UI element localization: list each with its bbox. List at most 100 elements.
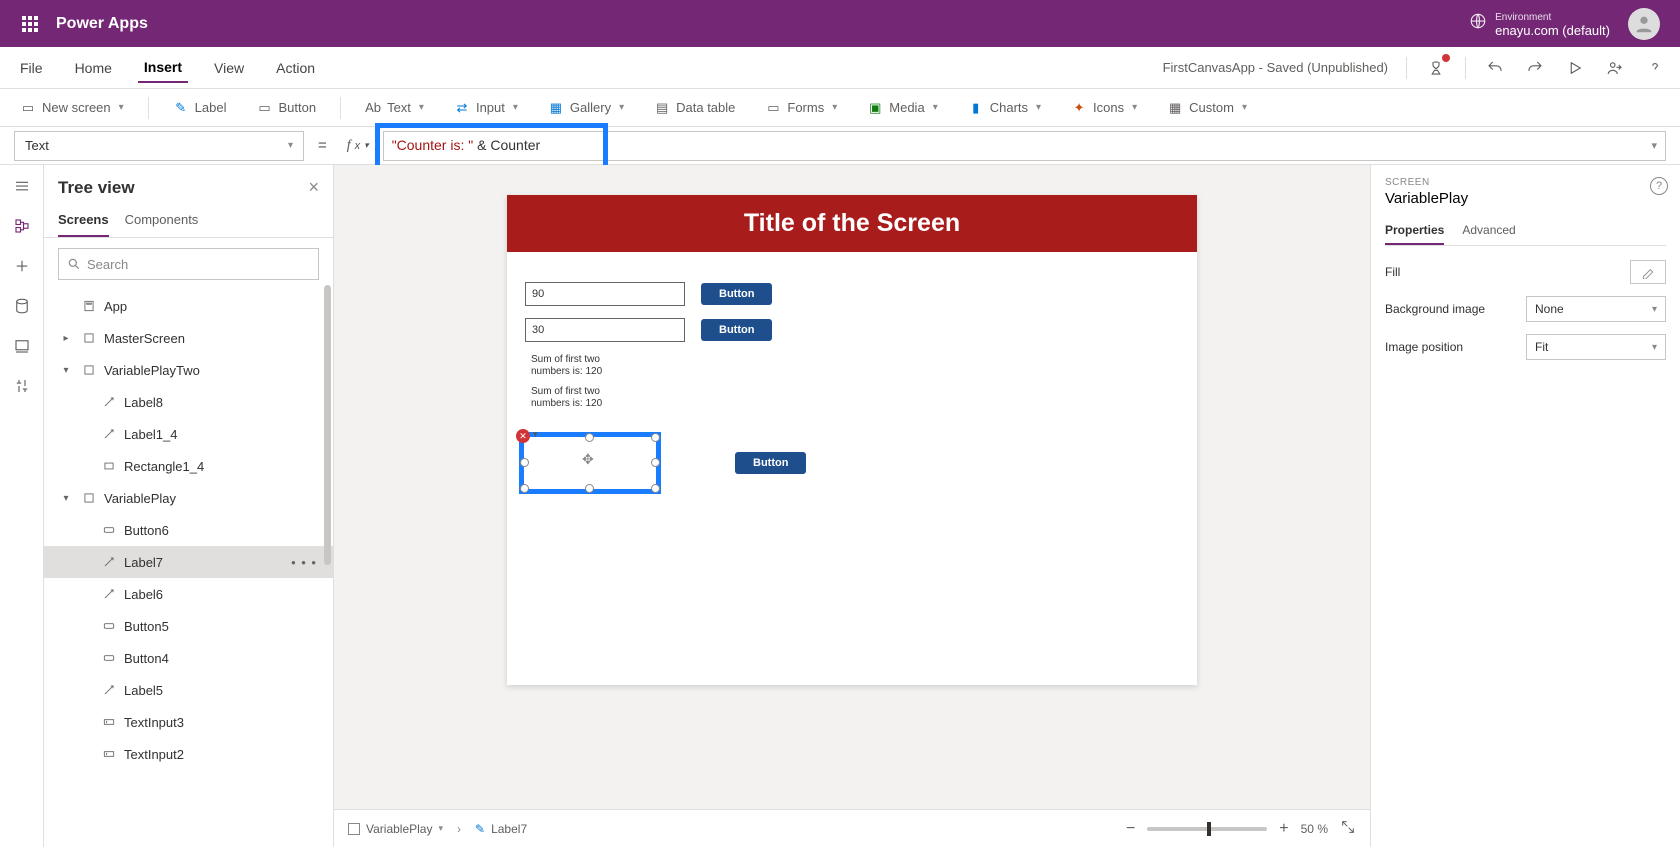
tree-button-icon xyxy=(100,521,118,539)
tree-node-masterscreen[interactable]: ▸MasterScreen xyxy=(44,322,333,354)
fullscreen-icon[interactable] xyxy=(1340,819,1356,838)
prop-tab-properties[interactable]: Properties xyxy=(1385,217,1444,245)
tree-node-label8[interactable]: Label8 xyxy=(44,386,333,418)
breadcrumb-control[interactable]: ✎ Label7 xyxy=(475,822,527,836)
resize-handle[interactable] xyxy=(651,433,660,442)
app-header: Power Apps Environment enayu.com (defaul… xyxy=(0,0,1680,47)
zoom-in-icon[interactable]: + xyxy=(1279,820,1288,838)
tree-node-label1_4[interactable]: Label1_4 xyxy=(44,418,333,450)
app-title: Power Apps xyxy=(56,15,148,33)
resize-handle[interactable] xyxy=(520,458,529,467)
tree-node-button4[interactable]: Button4 xyxy=(44,642,333,674)
error-chevron-icon[interactable]: ▾ xyxy=(533,429,538,440)
share-icon[interactable] xyxy=(1604,57,1626,79)
rail-data-icon[interactable] xyxy=(11,295,33,317)
rail-tree-icon[interactable] xyxy=(11,215,33,237)
menu-home[interactable]: Home xyxy=(69,54,118,82)
tree-node-label: Label8 xyxy=(124,395,163,410)
fx-icon[interactable]: fx▾ xyxy=(341,138,375,154)
tree-node-app[interactable]: App xyxy=(44,290,333,322)
resize-handle[interactable] xyxy=(651,484,660,493)
resize-handle[interactable] xyxy=(585,484,594,493)
selected-label-control[interactable]: ✕ ▾ ✥ xyxy=(525,438,655,488)
tree-list: App▸MasterScreen▾VariablePlayTwo Label8 La… xyxy=(44,290,333,847)
prop-bgimage-select[interactable]: None▾ xyxy=(1526,296,1666,322)
tree-node-label5[interactable]: Label5 xyxy=(44,674,333,706)
undo-icon[interactable] xyxy=(1484,57,1506,79)
rail-hamburger-icon[interactable] xyxy=(11,175,33,197)
text-input-2[interactable]: 30 xyxy=(525,318,685,342)
ribbon-label[interactable]: ✎Label xyxy=(167,96,233,120)
app-checker-icon[interactable] xyxy=(1425,57,1447,79)
tree-node-label: Label5 xyxy=(124,683,163,698)
ribbon-data-table[interactable]: ▤Data table xyxy=(648,96,741,120)
menu-view[interactable]: View xyxy=(208,54,250,82)
resize-handle[interactable] xyxy=(651,458,660,467)
ribbon-custom[interactable]: ▦Custom▾ xyxy=(1161,96,1253,120)
rail-advanced-icon[interactable] xyxy=(11,375,33,397)
rail-media-icon[interactable] xyxy=(11,335,33,357)
breadcrumb-screen[interactable]: VariablePlay ▾ xyxy=(348,822,443,836)
user-avatar[interactable] xyxy=(1628,8,1660,40)
tree-scrollbar[interactable] xyxy=(324,285,331,565)
prop-fill-swatch[interactable] xyxy=(1630,260,1666,284)
environment-picker[interactable]: Environment enayu.com (default) xyxy=(1495,11,1610,37)
ribbon-text[interactable]: AbText▾ xyxy=(359,96,430,120)
tree-node-rectangle1_4[interactable]: Rectangle1_4 xyxy=(44,450,333,482)
tree-close-icon[interactable]: × xyxy=(308,177,319,198)
tree-node-label: Label1_4 xyxy=(124,427,178,442)
formula-bar: Text▾ = fx▾ "Counter is: " & Counter ▾ xyxy=(0,127,1680,165)
tree-node-label7[interactable]: Label7• • • xyxy=(44,546,333,578)
tree-node-button6[interactable]: Button6 xyxy=(44,514,333,546)
prop-imgpos-select[interactable]: Fit▾ xyxy=(1526,334,1666,360)
left-rail xyxy=(0,165,44,847)
tree-node-variableplay[interactable]: ▾VariablePlay xyxy=(44,482,333,514)
rail-insert-icon[interactable] xyxy=(11,255,33,277)
menu-file[interactable]: File xyxy=(14,54,49,82)
tree-toggle-icon[interactable]: ▸ xyxy=(58,333,74,344)
tree-node-label6[interactable]: Label6 xyxy=(44,578,333,610)
canvas-button-3[interactable]: Button xyxy=(735,452,806,474)
ribbon-input[interactable]: ⇄Input▾ xyxy=(448,96,524,120)
ribbon-icons[interactable]: ✦Icons▾ xyxy=(1065,96,1143,120)
tab-components[interactable]: Components xyxy=(125,204,199,237)
resize-handle[interactable] xyxy=(585,433,594,442)
canvas-button-1[interactable]: Button xyxy=(701,283,772,305)
zoom-slider[interactable] xyxy=(1147,827,1267,831)
tree-search-input[interactable]: Search xyxy=(58,248,319,280)
prop-object-name: VariablePlay xyxy=(1385,190,1666,207)
tab-screens[interactable]: Screens xyxy=(58,204,109,237)
zoom-out-icon[interactable]: − xyxy=(1126,820,1135,838)
tree-toggle-icon[interactable]: ▾ xyxy=(58,365,74,376)
tree-more-icon[interactable]: • • • xyxy=(291,555,325,570)
tree-node-textinput3[interactable]: TextInput3 xyxy=(44,706,333,738)
tree-node-label: TextInput2 xyxy=(124,747,184,762)
error-badge-icon[interactable]: ✕ xyxy=(516,429,530,443)
ribbon-media[interactable]: ▣Media▾ xyxy=(861,96,943,120)
screen-preview[interactable]: Title of the Screen 90 Button 30 Button … xyxy=(507,195,1197,685)
redo-icon[interactable] xyxy=(1524,57,1546,79)
ribbon-gallery[interactable]: ▦Gallery▾ xyxy=(542,96,630,120)
info-icon[interactable]: ? xyxy=(1650,177,1668,195)
ribbon-new-screen[interactable]: ▭New screen▾ xyxy=(14,96,130,120)
tree-node-button5[interactable]: Button5 xyxy=(44,610,333,642)
prop-tab-advanced[interactable]: Advanced xyxy=(1462,217,1515,245)
formula-expand-icon[interactable]: ▾ xyxy=(1651,139,1657,152)
menu-insert[interactable]: Insert xyxy=(138,53,188,83)
help-icon[interactable] xyxy=(1644,57,1666,79)
canvas-button-2[interactable]: Button xyxy=(701,319,772,341)
text-input-1[interactable]: 90 xyxy=(525,282,685,306)
ribbon-charts[interactable]: ▮Charts▾ xyxy=(962,96,1047,120)
ribbon-forms[interactable]: ▭Forms▾ xyxy=(759,96,843,120)
waffle-icon[interactable] xyxy=(10,16,50,32)
tree-app-icon xyxy=(80,297,98,315)
menu-action[interactable]: Action xyxy=(270,54,321,82)
tree-node-variableplaytwo[interactable]: ▾VariablePlayTwo xyxy=(44,354,333,386)
tree-node-textinput2[interactable]: TextInput2 xyxy=(44,738,333,770)
property-dropdown[interactable]: Text▾ xyxy=(14,131,304,161)
play-icon[interactable] xyxy=(1564,57,1586,79)
tree-toggle-icon[interactable]: ▾ xyxy=(58,493,74,504)
formula-input[interactable]: "Counter is: " & Counter ▾ xyxy=(383,131,1666,161)
ribbon-button[interactable]: ▭Button xyxy=(250,96,322,120)
resize-handle[interactable] xyxy=(520,484,529,493)
